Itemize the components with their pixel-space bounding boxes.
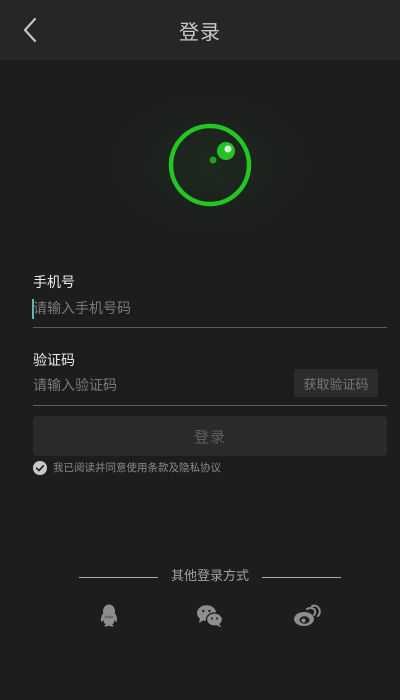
login-button[interactable]: 登录 xyxy=(33,416,387,456)
wechat-login-button[interactable] xyxy=(196,602,224,630)
login-screen: 登录 手机号 验证码 获取验证码 登录 我已阅读并同意使用条款及隐私协议 其他登… xyxy=(0,0,400,700)
wechat-icon xyxy=(197,605,224,628)
weibo-icon xyxy=(294,604,321,626)
divider-left xyxy=(79,577,158,578)
weibo-login-button[interactable] xyxy=(293,602,321,630)
check-circle-icon[interactable] xyxy=(33,461,47,475)
logo-ring-icon xyxy=(168,123,252,207)
back-button[interactable] xyxy=(16,14,44,46)
divider-right xyxy=(262,577,341,578)
code-underline xyxy=(33,405,387,406)
qq-icon xyxy=(100,604,118,627)
other-login-title: 其他登录方式 xyxy=(170,569,249,584)
phone-underline xyxy=(33,327,387,328)
code-input[interactable] xyxy=(33,372,283,400)
agreement-text[interactable]: 我已阅读并同意使用条款及隐私协议 xyxy=(53,461,221,475)
chevron-left-icon xyxy=(23,17,37,43)
phone-input[interactable] xyxy=(33,295,383,323)
qq-login-button[interactable] xyxy=(95,602,123,630)
page-title: 登录 xyxy=(179,19,221,44)
nav-bar: 登录 xyxy=(0,0,400,60)
code-label: 验证码 xyxy=(33,353,75,369)
phone-label: 手机号 xyxy=(33,275,75,291)
get-code-button[interactable]: 获取验证码 xyxy=(294,369,378,397)
